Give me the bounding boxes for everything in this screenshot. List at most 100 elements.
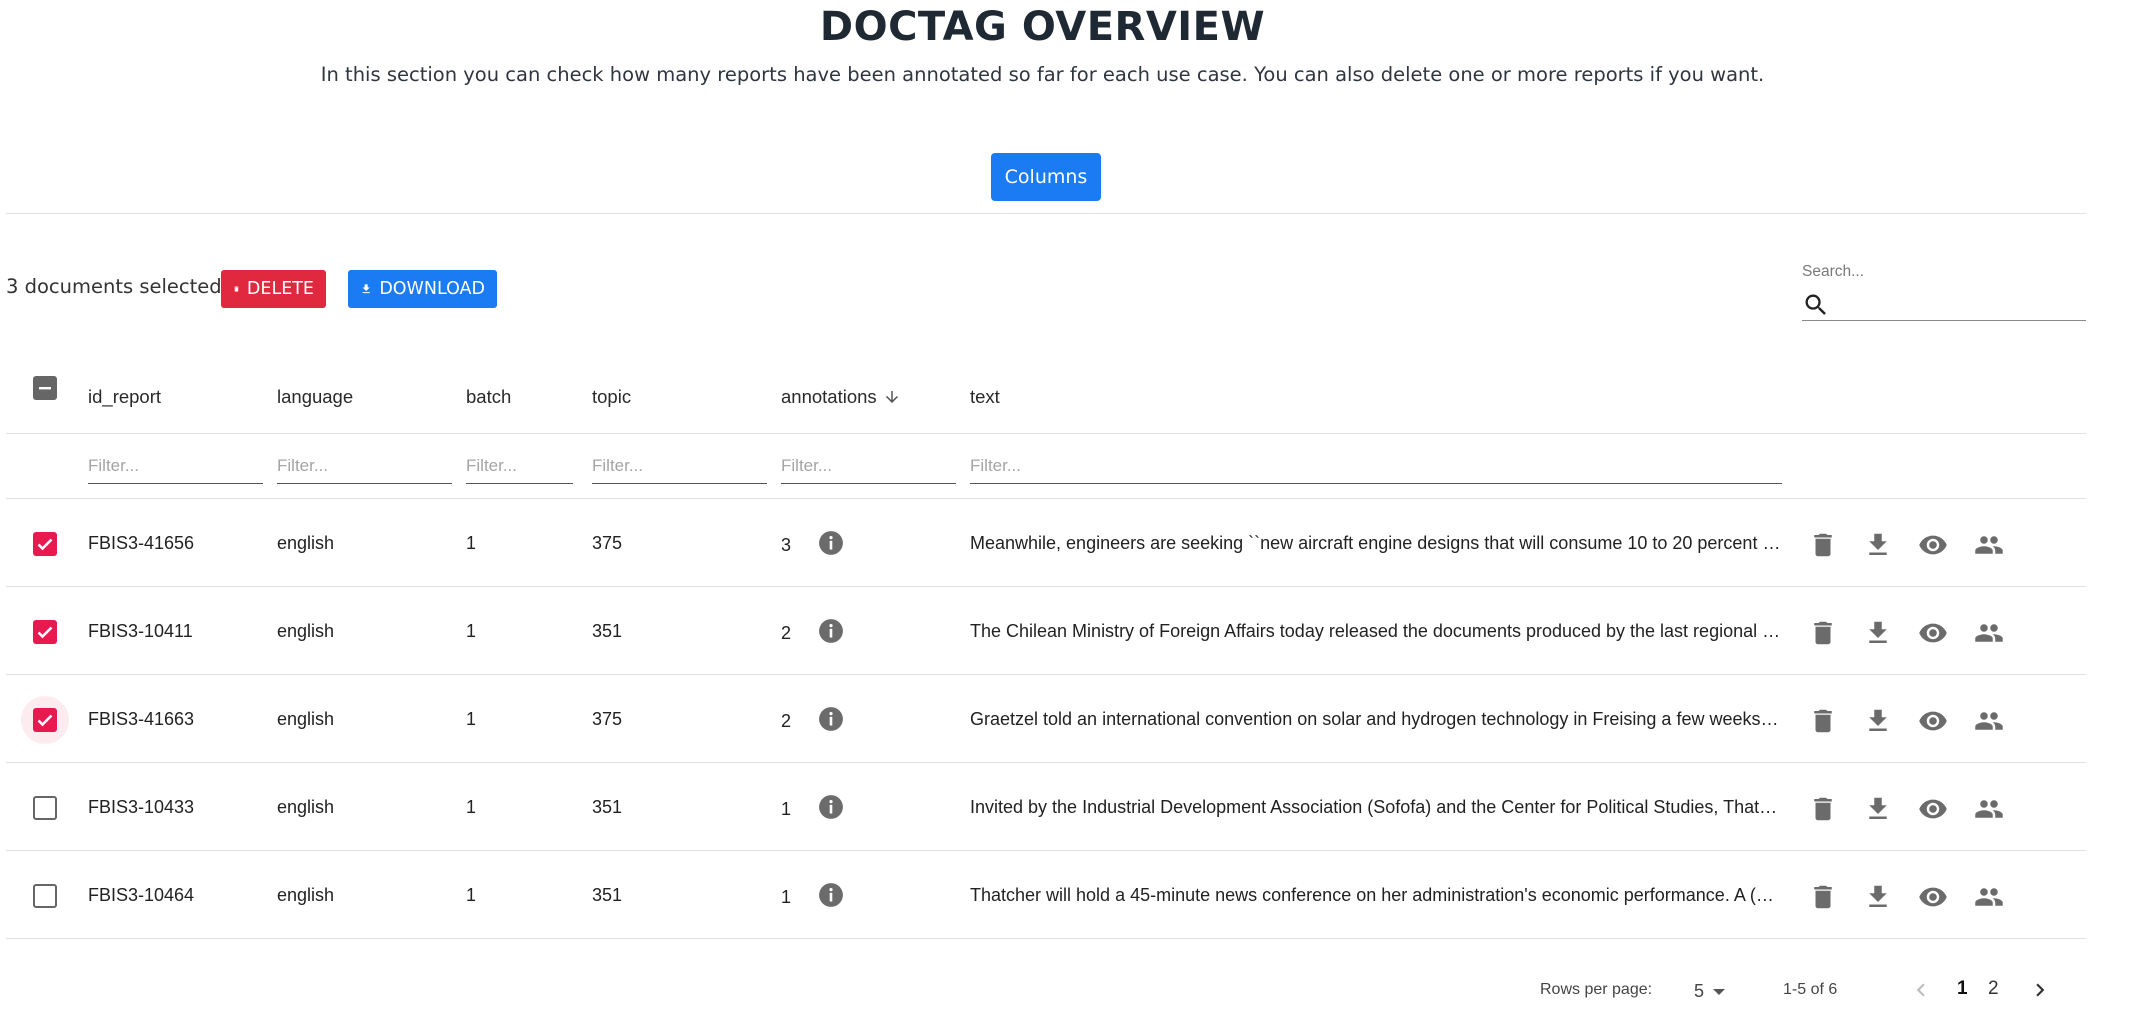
cell-batch: 1 — [466, 797, 477, 817]
eye-icon[interactable] — [1918, 530, 1948, 560]
cell-topic: 351 — [592, 621, 623, 641]
row-checkbox[interactable] — [33, 532, 57, 556]
column-header-language[interactable]: language — [277, 386, 353, 408]
download-label: DOWNLOAD — [379, 279, 485, 299]
delete-selected-button[interactable]: DELETE — [221, 270, 326, 308]
cell-text: The Chilean Ministry of Foreign Affairs … — [970, 621, 1782, 641]
cell-batch: 1 — [466, 885, 477, 905]
cell-topic: 375 — [592, 533, 623, 553]
annotations-header-label: annotations — [781, 386, 877, 407]
info-icon[interactable] — [818, 706, 844, 732]
cell-language: english — [277, 621, 335, 641]
download-icon — [362, 284, 370, 294]
row-checkbox[interactable] — [33, 620, 57, 644]
cell-language: english — [277, 885, 335, 905]
eye-icon[interactable] — [1918, 706, 1948, 736]
filter-id-report[interactable]: Filter... — [88, 448, 263, 484]
download-selected-button[interactable]: DOWNLOAD — [348, 270, 497, 308]
cell-language: english — [277, 533, 335, 553]
trash-icon[interactable] — [1808, 882, 1838, 912]
users-icon[interactable] — [1974, 882, 2004, 912]
row-checkbox[interactable] — [33, 884, 57, 908]
cell-batch: 1 — [466, 533, 477, 553]
columns-button[interactable]: Columns — [991, 153, 1101, 201]
search-field — [1802, 289, 2086, 321]
trash-icon[interactable] — [1808, 530, 1838, 560]
table-row[interactable]: FBIS3-10433 english 1 351 1 Invited by the In… — [6, 763, 2086, 851]
eye-icon[interactable] — [1918, 882, 1948, 912]
rows-per-page-select[interactable]: 5 — [1694, 981, 1704, 1002]
eye-icon[interactable] — [1918, 618, 1948, 648]
search-icon — [1805, 294, 1826, 315]
download-icon[interactable] — [1863, 706, 1893, 736]
arrow-down-icon[interactable] — [883, 388, 901, 406]
download-icon[interactable] — [1863, 794, 1893, 824]
users-icon[interactable] — [1974, 794, 2004, 824]
users-icon[interactable] — [1974, 530, 2004, 560]
page-button-1[interactable]: 1 — [1957, 978, 1968, 1000]
page-title: DOCTAG OVERVIEW — [819, 4, 1266, 50]
trash-icon[interactable] — [1808, 794, 1838, 824]
cell-text: Meanwhile, engineers are seeking ``new a… — [970, 533, 1782, 553]
checkmark-icon — [37, 626, 53, 639]
page-button-2[interactable]: 2 — [1988, 978, 1999, 1000]
table-header: id_report language batch topic annotatio… — [6, 350, 2086, 434]
filter-text[interactable]: Filter... — [970, 448, 1782, 484]
selection-count: 3 documents selected — [6, 275, 222, 298]
column-header-topic[interactable]: topic — [592, 386, 631, 408]
trash-icon[interactable] — [1808, 706, 1838, 736]
cell-topic: 351 — [592, 885, 623, 905]
chevron-right-icon[interactable] — [2027, 977, 2053, 1003]
download-icon[interactable] — [1863, 530, 1893, 560]
cell-batch: 1 — [466, 709, 477, 729]
row-checkbox[interactable] — [33, 796, 57, 820]
reports-table: id_report language batch topic annotatio… — [6, 350, 2086, 939]
cell-id-report: FBIS3-10411 — [88, 621, 193, 641]
cell-id-report: FBIS3-41656 — [88, 533, 195, 553]
cell-annotations: 2 — [781, 711, 792, 731]
chevron-left-icon[interactable] — [1908, 977, 1934, 1003]
search-input[interactable] — [1830, 290, 2086, 319]
cell-batch: 1 — [466, 621, 477, 641]
cell-annotations: 2 — [781, 623, 792, 643]
delete-label: DELETE — [246, 279, 314, 299]
filter-annotations[interactable]: Filter... — [781, 448, 956, 484]
eye-icon[interactable] — [1918, 794, 1948, 824]
users-icon[interactable] — [1974, 706, 2004, 736]
trash-icon[interactable] — [1808, 618, 1838, 648]
cell-annotations: 1 — [781, 799, 792, 819]
cell-id-report: FBIS3-41663 — [88, 709, 195, 729]
info-icon[interactable] — [818, 618, 844, 644]
divider — [6, 213, 2086, 214]
cell-text: Graetzel told an international conventio… — [970, 709, 1782, 729]
info-icon[interactable] — [818, 794, 844, 820]
cell-language: english — [277, 709, 335, 729]
column-header-text[interactable]: text — [970, 386, 1782, 408]
select-all-checkbox[interactable] — [33, 376, 57, 400]
filter-batch[interactable]: Filter... — [466, 448, 573, 484]
download-icon[interactable] — [1863, 618, 1893, 648]
info-icon[interactable] — [818, 530, 844, 556]
cell-text: Thatcher will hold a 45-minute news conf… — [970, 885, 1782, 905]
filter-row: Filter... Filter... Filter... Filter... … — [6, 434, 2086, 499]
table-row[interactable]: FBIS3-41663 english 1 375 2 Graetzel told an … — [6, 675, 2086, 763]
table-row[interactable]: FBIS3-10411 english 1 351 2 The Chilean Minis… — [6, 587, 2086, 675]
search-label: Search... — [1802, 263, 1865, 280]
filter-topic[interactable]: Filter... — [592, 448, 767, 484]
filter-language[interactable]: Filter... — [277, 448, 452, 484]
download-icon[interactable] — [1863, 882, 1893, 912]
column-header-id-report[interactable]: id_report — [88, 386, 161, 408]
row-checkbox[interactable] — [33, 708, 57, 732]
checkmark-icon — [37, 538, 53, 551]
table-row[interactable]: FBIS3-41656 english 1 375 3 Meanwhile, engine… — [6, 499, 2086, 587]
table-row[interactable]: FBIS3-10464 english 1 351 1 Thatcher will hol… — [6, 851, 2086, 939]
column-header-annotations[interactable]: annotations — [781, 386, 901, 408]
column-header-batch[interactable]: batch — [466, 386, 511, 408]
minus-icon — [39, 387, 51, 390]
cell-annotations: 3 — [781, 535, 792, 555]
caret-down-icon[interactable] — [1713, 989, 1725, 995]
users-icon[interactable] — [1974, 618, 2004, 648]
pagination: Rows per page: 5 1-5 of 6 1 2 — [0, 975, 2140, 1015]
info-icon[interactable] — [818, 882, 844, 908]
cell-annotations: 1 — [781, 887, 792, 907]
